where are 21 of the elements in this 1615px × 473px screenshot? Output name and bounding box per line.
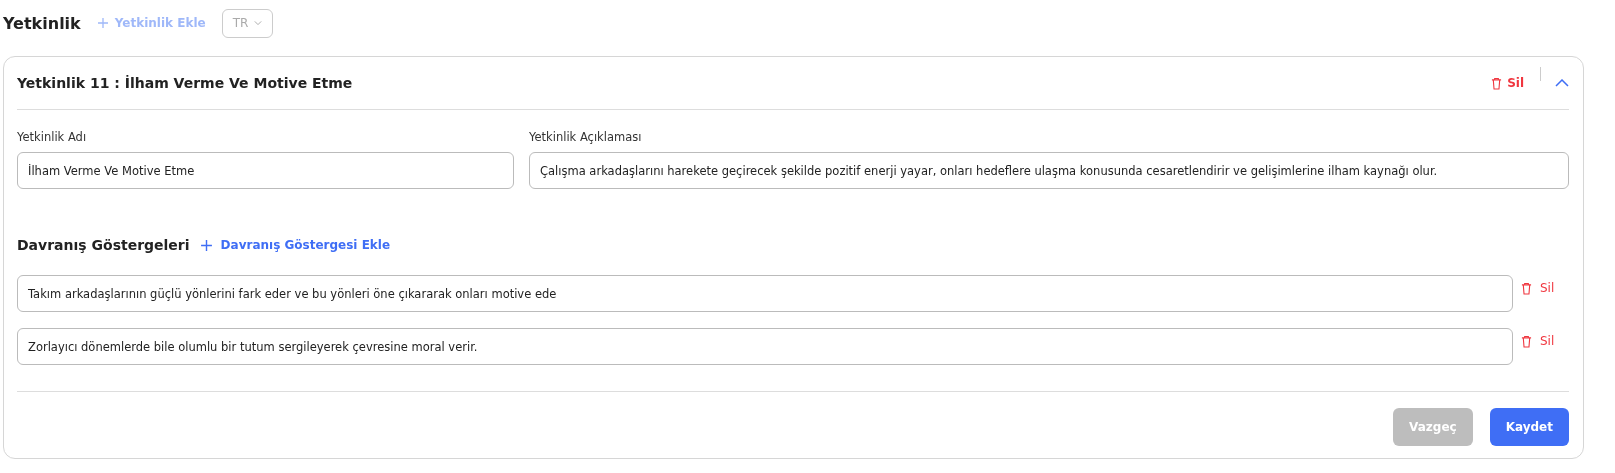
page-title: Yetkinlik [3, 13, 81, 33]
text-field[interactable]: İlham Verme Ve Motive Etme [17, 152, 514, 189]
section-title: Davranış Göstergeleri [17, 237, 190, 253]
field-label: Yetkinlik Açıklaması [529, 130, 643, 144]
plus-icon [199, 238, 213, 252]
chevron-down-icon [254, 20, 263, 26]
delete-button[interactable]: Sil [1521, 281, 1569, 295]
text-field[interactable]: Takım arkadaşlarının güçlü yönlerini fark eder ve bu yönleri öne çıkararak onları motive ede [17, 275, 1513, 312]
trash-icon [1491, 76, 1503, 90]
plus-icon [96, 17, 109, 29]
trash-icon [1521, 334, 1532, 348]
chevron-up-icon [1555, 79, 1569, 87]
field-label: Yetkinlik Adı [17, 130, 88, 144]
text-field[interactable]: Çalışma arkadaşlarını harekete geçirecek şekilde pozitif enerji yayar, onları hedeflere ulaşma konusunda cesaretlendirir ve gelişimlerine ilham kaynağı olur. [529, 152, 1569, 189]
card-title: Yetkinlik 11 : İlham Verme Ve Motive Etme [17, 75, 354, 91]
delete-button[interactable]: Sil [1491, 76, 1524, 90]
delete-button[interactable]: Sil [1521, 334, 1569, 348]
add-indicator-link[interactable]: Davranış Göstergesi Ekle [199, 238, 391, 252]
trash-icon [1521, 281, 1532, 295]
text-field[interactable]: Zorlayıcı dönemlerde bile olumlu bir tutum sergileyerek çevresine moral verir. [17, 328, 1513, 365]
save-button[interactable]: Kaydet [1489, 408, 1569, 446]
